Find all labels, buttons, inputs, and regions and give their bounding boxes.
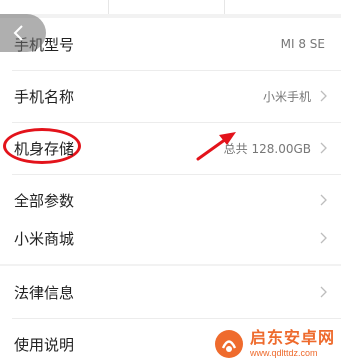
- row-label: 机身存储: [14, 139, 75, 158]
- row-label: 小米商城: [14, 229, 75, 248]
- top-strip: [0, 0, 341, 14]
- row-value: MI 8 SE: [280, 37, 325, 51]
- row-label: 手机名称: [14, 87, 75, 106]
- row-storage[interactable]: 机身存储 总共 128.00GB: [0, 122, 341, 174]
- about-phone-screen: 手机型号 MI 8 SE 手机名称 小米手机 机身存储 总共 128.00GB …: [0, 0, 341, 363]
- chevron-left-icon: [13, 25, 23, 41]
- chevron-right-icon: [320, 286, 327, 298]
- watermark-name: 启东安卓网: [249, 328, 335, 347]
- watermark-logo-icon: [214, 330, 243, 358]
- chevron-right-icon: [320, 90, 327, 102]
- row-value: 小米手机: [262, 89, 311, 104]
- row-device-name[interactable]: 手机名称 小米手机: [0, 70, 341, 122]
- back-button[interactable]: [0, 14, 46, 52]
- row-label: 法律信息: [14, 283, 75, 302]
- divider: [108, 0, 109, 14]
- row-mi-store[interactable]: 小米商城: [0, 212, 341, 264]
- chevron-right-icon: [320, 232, 327, 244]
- watermark-text: 启东安卓网 www.qdlttdz.com: [250, 330, 335, 358]
- row-label: 全部参数: [14, 191, 75, 210]
- divider: [224, 0, 225, 14]
- chevron-right-icon: [320, 142, 327, 154]
- store-group: 小米商城: [0, 212, 341, 264]
- watermark-url: www.qdlttdz.com: [249, 348, 318, 358]
- row-legal-info[interactable]: 法律信息: [0, 266, 341, 318]
- watermark: 启东安卓网 www.qdlttdz.com: [214, 329, 335, 359]
- chevron-right-icon: [320, 194, 327, 206]
- device-info-group: 手机型号 MI 8 SE 手机名称 小米手机 机身存储 总共 128.00GB …: [0, 18, 341, 226]
- row-model: 手机型号 MI 8 SE: [0, 18, 341, 70]
- red-arrow-annotation: [196, 132, 236, 161]
- row-label: 使用说明: [14, 335, 75, 354]
